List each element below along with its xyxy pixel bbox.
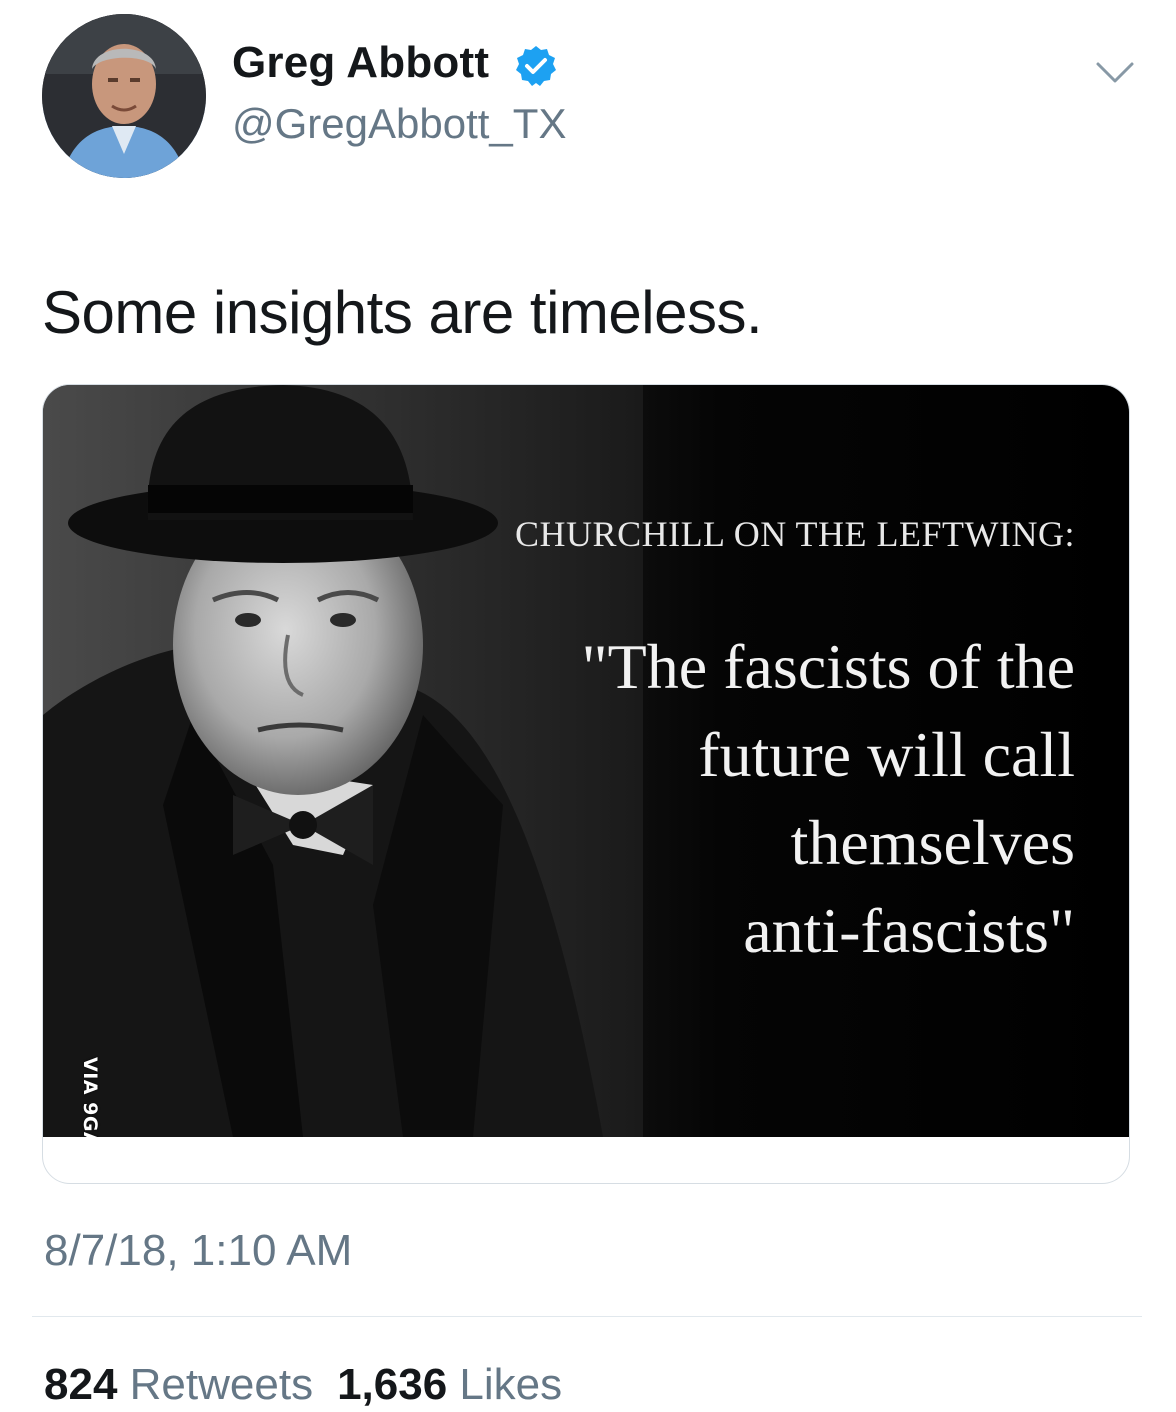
- quote-line: "The fascists of the: [581, 631, 1075, 702]
- watermark-text: VIA 9GAG.COM: [79, 1057, 101, 1137]
- likes-label: Likes: [459, 1360, 563, 1409]
- media-card[interactable]: VIA 9GAG.COM CHURCHILL ON THE LEFTWING: …: [42, 384, 1130, 1184]
- avatar-photo-icon: [42, 14, 206, 178]
- quote-line: themselves: [790, 807, 1075, 878]
- likes-count: 1,636: [337, 1360, 448, 1409]
- likes-stat[interactable]: 1,636 Likes: [337, 1360, 562, 1409]
- churchill-portrait-image: [43, 385, 643, 1137]
- retweets-stat[interactable]: 824 Retweets: [44, 1360, 313, 1409]
- meme-quote: "The fascists of the future will call th…: [581, 623, 1075, 975]
- tweet-detail-view: Greg Abbott @GregAbbott_TX Some insights…: [0, 0, 1176, 1412]
- divider: [32, 1316, 1142, 1317]
- retweets-count: 824: [44, 1360, 118, 1409]
- verified-badge-icon: [516, 46, 556, 86]
- tweet-stats: 824 Retweets 1,636 Likes: [44, 1360, 562, 1410]
- quote-line: anti-fascists": [743, 895, 1075, 966]
- author-handle[interactable]: @GregAbbott_TX: [232, 100, 566, 148]
- meme-image[interactable]: VIA 9GAG.COM CHURCHILL ON THE LEFTWING: …: [43, 385, 1129, 1137]
- tweet-text: Some insights are timeless.: [42, 279, 763, 346]
- quote-line: future will call: [698, 719, 1075, 790]
- author-name[interactable]: Greg Abbott: [232, 38, 489, 88]
- retweets-label: Retweets: [129, 1360, 314, 1409]
- chevron-down-icon[interactable]: [1094, 58, 1136, 88]
- tweet-timestamp[interactable]: 8/7/18, 1:10 AM: [44, 1226, 352, 1276]
- meme-heading: CHURCHILL ON THE LEFTWING:: [515, 514, 1075, 554]
- author-avatar[interactable]: [42, 14, 206, 178]
